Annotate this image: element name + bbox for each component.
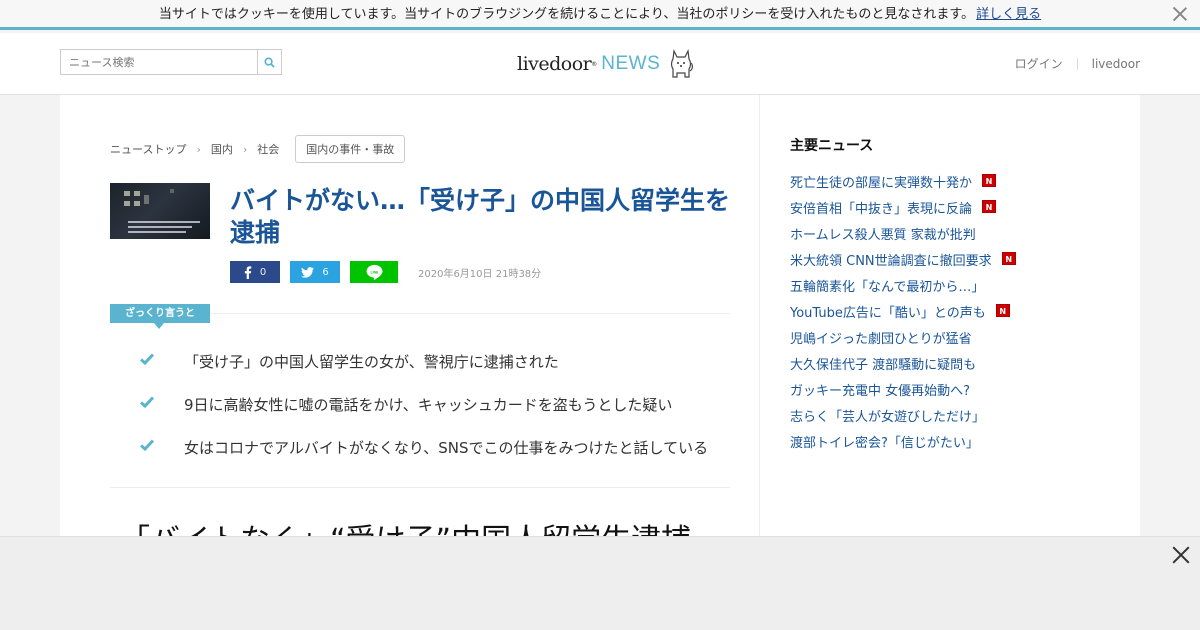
check-icon bbox=[140, 396, 154, 408]
article-thumbnail[interactable] bbox=[110, 183, 210, 239]
cookie-consent-bar: 当サイトではクッキーを使用しています。当サイトのブラウジングを続けることにより、… bbox=[0, 0, 1200, 30]
cookie-message: 当サイトではクッキーを使用しています。当サイトのブラウジングを続けることにより、… bbox=[158, 7, 975, 22]
breadcrumb: ニューストップ › 国内 › 社会 国内の事件・事故 bbox=[110, 135, 406, 163]
logo-livedoor: livedoor bbox=[517, 53, 592, 75]
breadcrumb-item-domestic[interactable]: 国内 bbox=[211, 141, 233, 157]
summary-point-text: 女はコロナでアルバイトがなくなり、SNSでこの仕事をみつけたと話している bbox=[184, 439, 709, 457]
summary-point: 「受け子」の中国人留学生の女が、警視庁に逮捕された bbox=[140, 351, 740, 394]
sidebar-news-item[interactable]: 大久保佳代子 渡部騒動に疑問も bbox=[790, 354, 1110, 380]
sidebar-news-link[interactable]: 米大統領 CNN世論調査に撤回要求 bbox=[790, 250, 992, 269]
dog-mascot-icon bbox=[671, 48, 694, 78]
sidebar-news-item[interactable]: 米大統領 CNN世論調査に撤回要求 N bbox=[790, 250, 1110, 276]
twitter-share-button[interactable]: 6 bbox=[290, 261, 340, 283]
sidebar-news-item[interactable]: ホームレス殺人悪質 家裁が批判 bbox=[790, 224, 1110, 250]
sidebar-news-link[interactable]: 死亡生徒の部屋に実弾数十発か bbox=[790, 172, 972, 191]
twitter-icon bbox=[301, 266, 315, 278]
facebook-share-button[interactable]: 0 bbox=[230, 261, 280, 283]
summary-point-text: 9日に高齢女性に嘘の電話をかけ、キャッシュカードを盗もうとした疑い bbox=[184, 396, 673, 414]
breadcrumb-item-society[interactable]: 社会 bbox=[257, 141, 279, 157]
line-share-button[interactable]: LINE bbox=[350, 261, 398, 283]
search-button[interactable] bbox=[257, 50, 281, 74]
cookie-more-link[interactable]: 詳しく見る bbox=[976, 7, 1041, 22]
search-box bbox=[60, 49, 282, 75]
page-content: ニューストップ › 国内 › 社会 国内の事件・事故 バイトがない…「受け子」の… bbox=[60, 95, 1140, 558]
sidebar-news-item[interactable]: 児嶋イジった劇団ひとりが猛省 bbox=[790, 328, 1110, 354]
new-badge: N bbox=[982, 200, 997, 213]
sidebar-news-item[interactable]: YouTube広告に「酷い」との声も N bbox=[790, 302, 1110, 328]
site-header: livedoor® NEWS ログイン livedoor bbox=[0, 33, 1200, 95]
svg-text:LINE: LINE bbox=[370, 270, 379, 274]
share-bar: 0 6 LINE 2020年6月10日 21時38分 bbox=[230, 261, 541, 283]
search-input[interactable] bbox=[61, 50, 257, 74]
search-icon bbox=[264, 56, 275, 68]
category-tag[interactable]: 国内の事件・事故 bbox=[295, 135, 406, 163]
facebook-share-count: 0 bbox=[259, 266, 267, 278]
sidebar-news-link[interactable]: 志らく「芸人が女遊びしただけ」 bbox=[790, 406, 985, 425]
sidebar-news-item[interactable]: 志らく「芸人が女遊びしただけ」 bbox=[790, 406, 1110, 432]
breadcrumb-item-news-top[interactable]: ニューストップ bbox=[110, 141, 186, 157]
sidebar-news-link[interactable]: 大久保佳代子 渡部騒動に疑問も bbox=[790, 354, 976, 373]
sidebar-news-item[interactable]: 安倍首相「中抜き」表現に反論 N bbox=[790, 198, 1110, 224]
sidebar-news-link[interactable]: 児嶋イジった劇団ひとりが猛省 bbox=[790, 328, 972, 347]
close-icon[interactable] bbox=[1172, 6, 1188, 22]
new-badge: N bbox=[995, 304, 1010, 317]
sidebar-news-link[interactable]: 渡部トイレ密会?「信じがたい」 bbox=[790, 432, 979, 451]
sidebar-news-item[interactable]: 渡部トイレ密会?「信じがたい」 bbox=[790, 432, 1110, 458]
sidebar-news-link[interactable]: ホームレス殺人悪質 家裁が批判 bbox=[790, 224, 976, 243]
site-logo[interactable]: livedoor ® NEWS bbox=[517, 44, 694, 84]
line-icon: LINE bbox=[366, 264, 382, 280]
livedoor-link[interactable]: livedoor bbox=[1092, 57, 1140, 71]
sidebar-news-item[interactable]: ガッキー充電中 女優再始動へ? bbox=[790, 380, 1110, 406]
summary-point-text: 「受け子」の中国人留学生の女が、警視庁に逮捕された bbox=[184, 353, 559, 371]
check-icon bbox=[140, 353, 154, 365]
new-badge: N bbox=[982, 174, 997, 187]
chevron-right-icon: › bbox=[196, 142, 201, 156]
twitter-share-count: 6 bbox=[322, 266, 329, 278]
sidebar-news-link[interactable]: 安倍首相「中抜き」表現に反論 bbox=[790, 198, 972, 217]
logo-news: NEWS bbox=[601, 53, 661, 74]
sidebar-news-list: 死亡生徒の部屋に実弾数十発か N 安倍首相「中抜き」表現に反論 N ホームレス殺人悪質 … bbox=[790, 172, 1110, 458]
facebook-icon bbox=[244, 265, 252, 279]
sidebar-news-item[interactable]: 五輪簡素化「なんで最初から…」 bbox=[790, 276, 1110, 302]
ad-banner bbox=[0, 536, 1200, 630]
close-icon[interactable] bbox=[1172, 546, 1190, 564]
sidebar-news-link[interactable]: 五輪簡素化「なんで最初から…」 bbox=[790, 276, 984, 295]
sidebar-news-item[interactable]: 死亡生徒の部屋に実弾数十発か N bbox=[790, 172, 1110, 198]
divider bbox=[110, 487, 730, 488]
new-badge: N bbox=[1001, 252, 1016, 265]
logo-registered-mark: ® bbox=[591, 60, 598, 68]
summary-label: ざっくり言うと bbox=[110, 304, 210, 329]
publish-date: 2020年6月10日 21時38分 bbox=[418, 268, 542, 280]
login-link[interactable]: ログイン bbox=[1015, 55, 1063, 72]
sidebar-heading: 主要ニュース bbox=[790, 138, 874, 154]
check-icon bbox=[140, 439, 154, 451]
main-news-sidebar: 主要ニュース 死亡生徒の部屋に実弾数十発か N 安倍首相「中抜き」表現に反論 N ホーム… bbox=[790, 135, 1110, 458]
article-title: バイトがない…「受け子」の中国人留学生を逮捕 bbox=[230, 186, 731, 247]
sidebar-news-link[interactable]: ガッキー充電中 女優再始動へ? bbox=[790, 380, 970, 399]
header-links: ログイン livedoor bbox=[1015, 55, 1140, 72]
article-column: ニューストップ › 国内 › 社会 国内の事件・事故 バイトがない…「受け子」の… bbox=[60, 95, 760, 558]
sidebar-news-link[interactable]: YouTube広告に「酷い」との声も bbox=[790, 302, 986, 321]
summary-points: 「受け子」の中国人留学生の女が、警視庁に逮捕された 9日に高齢女性に嘘の電話をか… bbox=[140, 351, 740, 480]
summary-point: 女はコロナでアルバイトがなくなり、SNSでこの仕事をみつけたと話している bbox=[140, 437, 740, 480]
chevron-right-icon: › bbox=[242, 142, 248, 156]
divider bbox=[1076, 57, 1078, 70]
summary-point: 9日に高齢女性に嘘の電話をかけ、キャッシュカードを盗もうとした疑い bbox=[140, 394, 740, 437]
